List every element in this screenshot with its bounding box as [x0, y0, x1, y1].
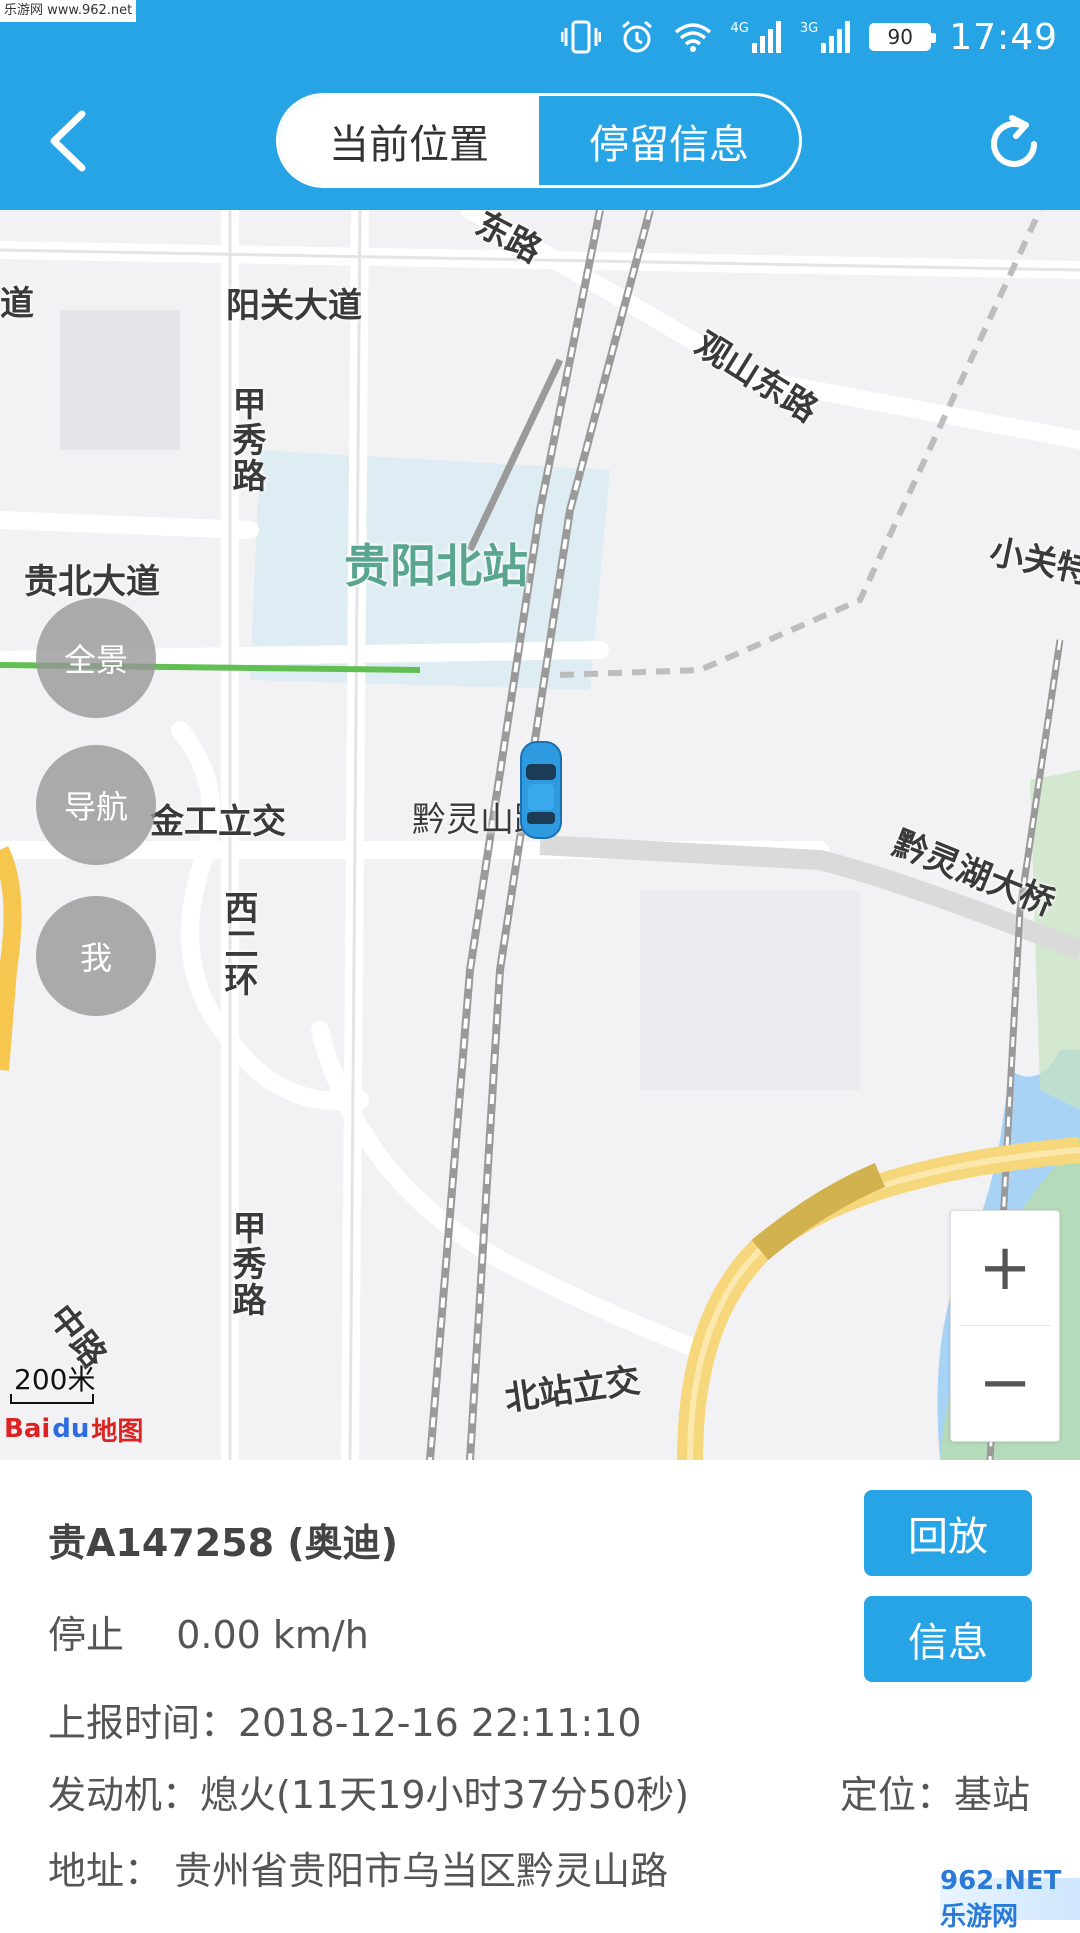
map-label: 甲秀路	[226, 1210, 266, 1318]
alarm-icon	[621, 20, 652, 53]
back-button[interactable]	[44, 110, 94, 172]
baidu-logo-suffix: 地图	[91, 1416, 144, 1447]
refresh-icon	[991, 115, 1037, 167]
report-time: 上报时间：2018-12-16 22:11:10	[48, 1701, 642, 1745]
map-label: 贵阳北站	[344, 539, 528, 593]
signal-4g: 4G	[731, 21, 782, 53]
signal-4g-label: 4G	[730, 21, 749, 36]
engine-status: 发动机：熄火(11天19小时37分50秒)	[48, 1773, 690, 1817]
map-label: 西二环	[218, 890, 258, 998]
vehicle-info-panel: 贵A147258 (奥迪) 停止 0.00 km/h 上报时间：2018-12-…	[0, 1460, 1080, 1932]
map-label: 贵北大道	[24, 562, 160, 602]
vehicle-status: 停止	[48, 1613, 125, 1657]
vibrate-icon	[560, 20, 601, 54]
map-label: 道	[0, 284, 34, 324]
vehicle-status-line: 停止 0.00 km/h	[48, 1604, 369, 1659]
scale-bar	[10, 1394, 94, 1404]
vehicle-address: 地址： 贵州省贵阳市乌当区黔灵山路	[48, 1849, 669, 1893]
watermark: 乐游网 www.962.net	[0, 0, 137, 22]
chevron-left-icon	[50, 110, 86, 172]
battery-level: 90	[887, 25, 913, 49]
map-view[interactable]: 东路 道 阳关大道 观山东路 甲秀路 贵北大道 贵阳北站 小关特 金工立交 黔灵…	[0, 210, 1080, 1460]
baidu-logo-mark: du	[52, 1414, 90, 1444]
clock: 17:49	[949, 16, 1058, 58]
navigate-button[interactable]: 导航	[36, 745, 156, 865]
my-location-button[interactable]: 我	[36, 896, 156, 1016]
baidu-logo-text: Bai	[4, 1414, 51, 1444]
signal-icon	[751, 21, 781, 53]
tab-current-location[interactable]: 当前位置	[279, 96, 539, 185]
zoom-in-button[interactable]: +	[951, 1211, 1059, 1325]
panorama-button[interactable]: 全景	[36, 598, 156, 718]
zoom-out-button[interactable]: −	[951, 1326, 1059, 1440]
map-label: 阳关大道	[226, 286, 362, 326]
battery-icon: 90	[869, 23, 937, 51]
baidu-logo: Bai du 地图	[4, 1406, 143, 1452]
info-button[interactable]: 信息	[864, 1596, 1032, 1682]
refresh-button[interactable]	[982, 112, 1046, 176]
view-tabs: 当前位置 停留信息	[276, 93, 802, 188]
app-header: 乐游网 www.962.net 4G 3G 90 17:49 当前位置 停留信息	[0, 0, 1080, 210]
signal-icon	[821, 21, 851, 53]
map-label: 金工立交	[150, 802, 286, 842]
signal-3g: 3G	[800, 21, 851, 53]
signal-3g-label: 3G	[799, 21, 819, 36]
car-marker-icon[interactable]	[518, 740, 564, 840]
playback-button[interactable]: 回放	[864, 1490, 1032, 1576]
vehicle-speed: 0.00 km/h	[176, 1613, 369, 1657]
site-logo: 962.NET 乐游网	[940, 1866, 1080, 1932]
map-label: 甲秀路	[226, 386, 266, 494]
tab-stay-info[interactable]: 停留信息	[539, 96, 799, 185]
map-scale: 200米	[14, 1363, 96, 1396]
zoom-control: + −	[950, 1210, 1060, 1442]
vehicle-plate: 贵A147258 (奥迪)	[48, 1521, 399, 1565]
wifi-icon	[674, 23, 711, 52]
status-bar: 4G 3G 90 17:49	[560, 14, 1058, 60]
positioning-mode: 定位：基站	[839, 1773, 1030, 1817]
